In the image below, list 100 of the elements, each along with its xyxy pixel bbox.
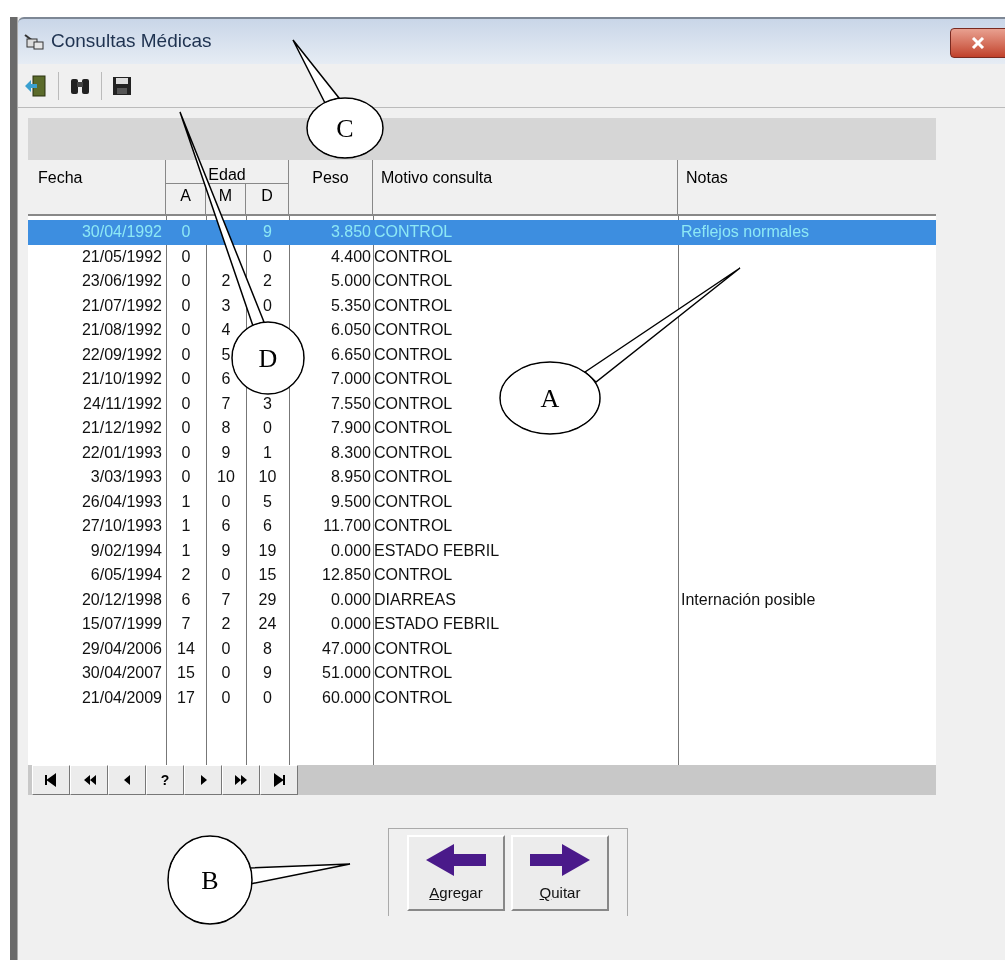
table-cell-text: 19: [258, 540, 277, 561]
table-cell-text: 60.000: [322, 687, 371, 708]
table-cell-text: 5: [263, 491, 272, 512]
table-cell-text: 0: [181, 222, 191, 242]
table-cell-text: 6: [181, 589, 191, 610]
table-cell-text: 15/07/1999: [81, 614, 162, 634]
first-record-button[interactable]: [32, 765, 70, 795]
table-cell-text: CONTROL: [374, 295, 453, 316]
table-cell-text: 6: [221, 516, 231, 536]
table-cell-text: 3: [263, 393, 272, 414]
table-cell-text: 0: [263, 246, 272, 267]
table-cell-text: CONTROL: [374, 418, 453, 438]
table-cell-text: 21/05/1992: [81, 246, 162, 267]
last-record-icon: [271, 772, 287, 788]
table-cell-text: 5.000: [330, 271, 371, 291]
table-cell-text: 3.850: [330, 222, 371, 242]
table-cell-text: CONTROL: [374, 271, 453, 291]
table-cell-text: 6/05/1994: [90, 565, 162, 585]
table-cell-text: 21/10/1992: [81, 369, 162, 389]
table-cell-text: 4.400: [330, 246, 371, 267]
callout-letter: B: [201, 866, 219, 895]
table-cell-text: 7.000: [330, 369, 371, 389]
table-cell-text: 0: [181, 295, 191, 316]
table-cell-text: CONTROL: [374, 393, 453, 414]
table-cell-text: 0.000: [330, 614, 371, 634]
table-cell-text: 9: [263, 222, 272, 242]
app-icon: [23, 32, 45, 51]
table-cell-text: 0: [221, 565, 231, 585]
quitar-button[interactable]: Quitar: [511, 835, 609, 911]
table-cell-text: 2: [221, 614, 231, 634]
left-arrow-icon: [424, 841, 488, 878]
table-cell-text: CONTROL: [374, 687, 453, 708]
previous-record-button[interactable]: [108, 765, 146, 795]
table-cell-text: 0: [181, 344, 191, 365]
table-cell-text: 51.000: [322, 663, 371, 683]
column-header[interactable]: Fecha: [28, 160, 166, 214]
table-cell-text: 29/04/2006: [81, 638, 162, 659]
door-arrow-icon[interactable]: [24, 74, 48, 97]
first-record-icon: [43, 772, 59, 788]
table-cell-text: 1: [181, 540, 191, 561]
table-cell-text: 0: [263, 687, 272, 708]
table-cell-text: ESTADO FEBRIL: [374, 540, 500, 561]
table-cell-text: CONTROL: [374, 246, 453, 267]
table-cell-text: CONTROL: [374, 565, 453, 585]
table-cell-text: CONTROL: [374, 467, 453, 487]
bookmark-button[interactable]: ?: [146, 765, 184, 795]
table-cell-text: 21/12/1992: [81, 418, 162, 438]
close-button[interactable]: [950, 28, 1005, 58]
table-cell-text: 30/04/2007: [81, 663, 162, 683]
table-cell-text: 3/03/1993: [90, 467, 162, 487]
table-cell-text: 4: [221, 320, 231, 340]
agregar-button[interactable]: Agregar: [407, 835, 505, 911]
table-cell-text: 0.000: [330, 589, 371, 610]
table-cell-text: 47.000: [322, 638, 371, 659]
last-record-button[interactable]: [260, 765, 298, 795]
table-cell-text: 7.550: [330, 393, 371, 414]
table-cell-text: 9.500: [330, 491, 371, 512]
table-cell-text: 9/02/1994: [90, 540, 162, 561]
column-header[interactable]: Motivo consulta: [373, 160, 678, 214]
table-cell-text: 0: [181, 271, 191, 291]
table-cell-text: 14: [177, 638, 195, 659]
next-record-button[interactable]: [184, 765, 222, 795]
table-cell-text: 0: [181, 320, 191, 340]
table-cell-text: CONTROL: [374, 491, 453, 512]
table-cell-text: CONTROL: [374, 369, 453, 389]
table-cell-text: 6.650: [330, 344, 371, 365]
table-cell-text: 9: [221, 540, 231, 561]
table-cell-text: 7: [181, 614, 191, 634]
table-cell-text: CONTROL: [374, 663, 453, 683]
table-cell-text: 29: [258, 589, 277, 610]
table-cell-text: 17: [177, 687, 195, 708]
table-cell-text: 0: [181, 418, 191, 438]
table-cell-text: CONTROL: [374, 516, 453, 536]
table-cell-text: DIARREAS: [374, 589, 456, 610]
table-cell-text: CONTROL: [374, 344, 453, 365]
right-arrow-icon: [528, 841, 592, 878]
table-cell-text: 22/01/1993: [81, 442, 162, 463]
close-icon: [971, 37, 985, 49]
next-page-button[interactable]: [222, 765, 260, 795]
table-cell-text: 1: [263, 442, 272, 463]
table-cell-text: 8.950: [330, 467, 371, 487]
table-cell-text: 0: [181, 442, 191, 463]
table-cell-text: 23/06/1992: [81, 271, 162, 291]
table-cell-text: 11.700: [323, 516, 371, 536]
table-cell-text: 12.850: [322, 565, 371, 585]
table-cell-text: Reflejos normales: [681, 222, 810, 242]
column-header[interactable]: D: [246, 184, 289, 214]
table-cell-text: 0: [221, 663, 231, 683]
window-title: Consultas Médicas: [51, 29, 212, 54]
table-cell-text: CONTROL: [374, 222, 453, 242]
table-cell-text: 8: [221, 418, 231, 438]
table-cell-text: 0.000: [330, 540, 371, 561]
previous-page-button[interactable]: [70, 765, 108, 795]
column-header[interactable]: Peso: [289, 160, 373, 214]
column-header[interactable]: Notas: [678, 160, 936, 214]
table-cell-text: 21/07/1992: [81, 295, 162, 316]
table-cell-text: 20/12/1998: [81, 589, 162, 610]
table-cell-text: 0: [181, 369, 191, 389]
table-cell-text: 24/11/1992: [83, 393, 162, 414]
table-cell-text: 10: [258, 467, 277, 487]
